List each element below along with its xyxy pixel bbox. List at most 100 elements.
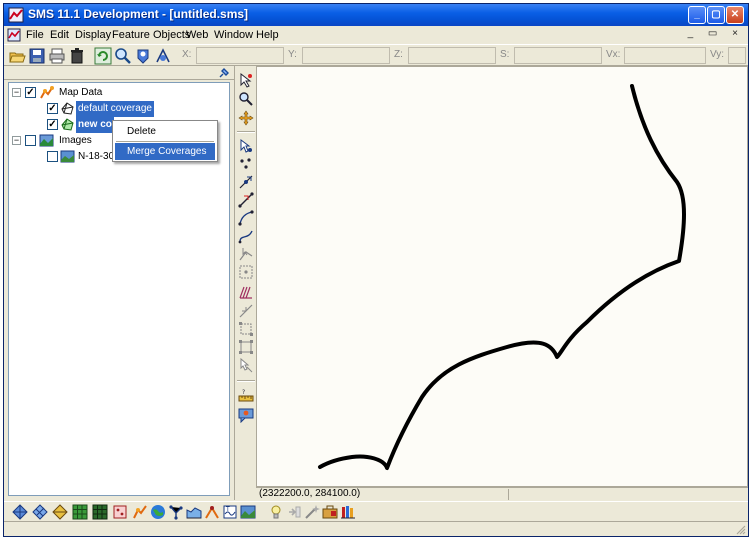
build-polygon-icon[interactable]: [238, 284, 254, 300]
pin-icon[interactable]: [218, 67, 230, 79]
create-point-icon[interactable]: [238, 156, 254, 172]
image-icon: [60, 150, 75, 163]
image-file-checkbox[interactable]: [47, 151, 58, 162]
document-icon[interactable]: [7, 28, 21, 42]
bookshelf-icon[interactable]: [340, 504, 356, 520]
step-icon[interactable]: [154, 47, 172, 65]
tree-item-map-data[interactable]: − ✓ Map Data: [9, 85, 209, 101]
select-rectangle-icon[interactable]: [238, 321, 254, 337]
svg-text:?: ?: [242, 389, 245, 396]
vy-coord-label: Vy:: [710, 49, 725, 60]
bulb-icon[interactable]: [268, 504, 284, 520]
tree-label: Images: [59, 135, 92, 146]
pan-tool-icon[interactable]: [238, 110, 254, 126]
create-rectangle-icon[interactable]: [238, 339, 254, 355]
menu-file[interactable]: File: [26, 29, 44, 41]
z-coord-label: Z:: [394, 49, 403, 60]
explorer-header: [4, 66, 234, 80]
boundary-module-icon[interactable]: [204, 504, 220, 520]
default-coverage-checkbox[interactable]: ✓: [47, 103, 58, 114]
collapse-icon[interactable]: −: [12, 88, 21, 97]
y-coord-label: Y:: [288, 49, 297, 60]
select-tool-icon[interactable]: [238, 72, 254, 88]
sms-app-icon: [8, 7, 24, 23]
vx-coord-field: [624, 47, 706, 64]
tool-palette: ?: [234, 66, 256, 500]
open-folder-icon[interactable]: [8, 47, 26, 65]
tide-module-icon[interactable]: T: [222, 504, 238, 520]
tree-label: default coverage: [76, 101, 154, 117]
graphics-window[interactable]: [256, 66, 748, 487]
select-feature-point-icon[interactable]: [238, 138, 254, 154]
map-data-icon: [40, 86, 54, 99]
title-bar[interactable]: SMS 11.1 Development - [untitled.sms] _ …: [4, 4, 748, 26]
close-button[interactable]: ✕: [726, 6, 744, 24]
cartesian-grid-module-icon[interactable]: [32, 504, 48, 520]
zoom-frame-icon[interactable]: [114, 47, 132, 65]
menu-feature-objects[interactable]: Feature Objects: [112, 29, 190, 41]
get-data-icon[interactable]: [134, 47, 152, 65]
context-menu-merge-coverages[interactable]: Merge Coverages: [115, 143, 215, 160]
cursor-coordinates: (2322200.0, 284100.0): [259, 488, 361, 499]
collapse-icon[interactable]: −: [12, 136, 21, 145]
context-menu-separator: [116, 141, 214, 142]
create-spline-icon[interactable]: [238, 228, 254, 244]
zoom-tool-icon[interactable]: [238, 91, 254, 107]
select-arc-group-icon[interactable]: [238, 246, 254, 262]
menu-help[interactable]: Help: [256, 29, 279, 41]
feature-arc[interactable]: [318, 84, 686, 470]
annotation-tool-icon[interactable]: [238, 407, 254, 423]
gis-module-icon[interactable]: [150, 504, 166, 520]
refresh-icon[interactable]: [94, 47, 112, 65]
save-icon[interactable]: [28, 47, 46, 65]
menu-display[interactable]: Display: [75, 29, 111, 41]
select-polygon-icon[interactable]: [238, 264, 254, 280]
module-toolbar: T: [4, 501, 748, 521]
x-coord-field: [196, 47, 284, 64]
print-icon[interactable]: [48, 47, 66, 65]
menu-edit[interactable]: Edit: [50, 29, 69, 41]
create-arc-icon[interactable]: [238, 210, 254, 226]
z-coord-field: [408, 47, 496, 64]
resize-grip-icon[interactable]: [734, 523, 746, 535]
select-model-icon[interactable]: [238, 357, 254, 373]
import-icon[interactable]: [286, 504, 302, 520]
x-coord-label: X:: [182, 49, 192, 60]
image-module-icon[interactable]: [240, 504, 256, 520]
main-toolbar: X: Y: Z: S: Vx: Vy:: [4, 44, 748, 66]
map-data-checkbox[interactable]: ✓: [25, 87, 36, 98]
menu-web[interactable]: Web: [186, 29, 208, 41]
grid-module-icon[interactable]: [72, 504, 88, 520]
vy-coord-field: [728, 47, 746, 64]
network-module-icon[interactable]: [168, 504, 184, 520]
palette-separator: [237, 131, 255, 133]
mesh-module-icon[interactable]: [12, 504, 28, 520]
grid-dark-module-icon[interactable]: [92, 504, 108, 520]
window-title: SMS 11.1 Development - [untitled.sms]: [28, 7, 249, 21]
particle-module-icon[interactable]: [112, 504, 128, 520]
images-folder-icon: [39, 134, 54, 147]
s-coord-field: [514, 47, 602, 64]
context-menu-delete[interactable]: Delete: [115, 123, 215, 140]
delete-trash-icon[interactable]: [68, 47, 86, 65]
images-checkbox[interactable]: [25, 135, 36, 146]
select-arc-icon[interactable]: [238, 192, 254, 208]
new-coverage-checkbox[interactable]: ✓: [47, 119, 58, 130]
redistribute-icon[interactable]: [238, 303, 254, 319]
menu-bar: File Edit Display Feature Objects Web Wi…: [4, 26, 748, 44]
status-bar: [4, 521, 748, 536]
scatter-module-icon[interactable]: [52, 504, 68, 520]
measure-tool-icon[interactable]: ?: [238, 388, 254, 404]
maximize-button[interactable]: ▢: [707, 6, 725, 24]
tree-item-default-coverage[interactable]: ✓ default coverage: [9, 101, 209, 117]
profile-module-icon[interactable]: [186, 504, 202, 520]
wand-icon[interactable]: [304, 504, 320, 520]
menu-window[interactable]: Window: [214, 29, 253, 41]
tree-label: Map Data: [59, 87, 103, 98]
map-module-icon[interactable]: [132, 504, 148, 520]
mdi-controls[interactable]: _ ▭ ×: [688, 28, 744, 39]
minimize-button[interactable]: _: [688, 6, 706, 24]
select-vertex-icon[interactable]: [238, 174, 254, 190]
palette-separator: [237, 380, 255, 382]
toolbox-icon[interactable]: [322, 504, 338, 520]
